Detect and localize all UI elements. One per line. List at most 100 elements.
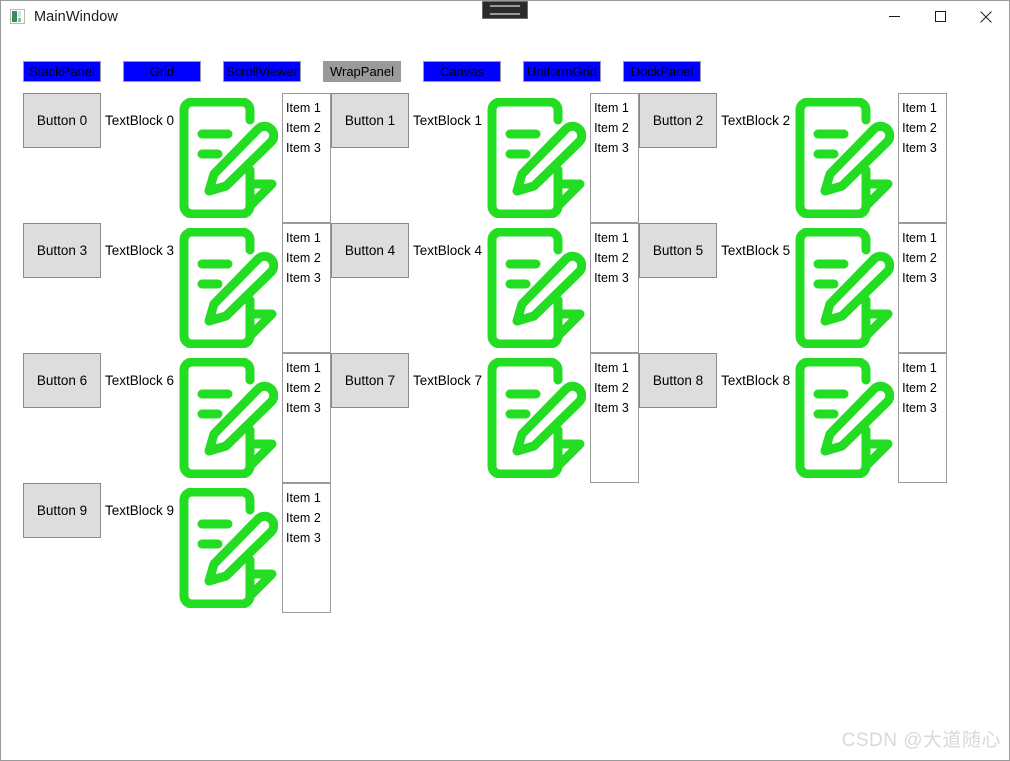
- list-item[interactable]: Item 2: [902, 118, 946, 138]
- listbox-0[interactable]: Item 1 Item 2 Item 3: [282, 93, 332, 223]
- list-item[interactable]: Item 3: [902, 268, 946, 288]
- listbox-2[interactable]: Item 1 Item 2 Item 3: [898, 93, 948, 223]
- button-label: Button 7: [344, 373, 396, 388]
- button-3[interactable]: Button 3: [23, 223, 101, 278]
- button-8[interactable]: Button 8: [639, 353, 718, 408]
- button-label: Button 8: [652, 373, 704, 388]
- listbox-1[interactable]: Item 1 Item 2 Item 3: [590, 93, 640, 223]
- tab-scrollviewer[interactable]: ScrollViewer: [223, 61, 301, 82]
- watermark: CSDN @大道随心: [841, 730, 1001, 751]
- button-9[interactable]: Button 9: [23, 483, 101, 538]
- list-item[interactable]: Item 2: [286, 118, 330, 138]
- edit-document-icon: [179, 488, 279, 608]
- tab-uniformgrid[interactable]: UniformGrid: [523, 61, 601, 82]
- button-label: Button 1: [344, 113, 396, 128]
- textblock-7: TextBlock 7: [413, 373, 483, 388]
- list-item[interactable]: Item 2: [594, 378, 638, 398]
- button-label: Button 5: [652, 243, 704, 258]
- tab-label: DockPanel: [630, 64, 694, 79]
- textblock-6: TextBlock 6: [105, 373, 175, 388]
- image-4: [482, 223, 590, 353]
- close-button[interactable]: [963, 1, 1009, 32]
- panel-tab-bar: StackPanel Grid ScrollViewer WrapPanel Canva…: [1, 61, 1009, 83]
- edit-document-icon: [487, 358, 587, 478]
- listbox-5[interactable]: Item 1 Item 2 Item 3: [898, 223, 948, 353]
- button-label: Button 0: [36, 113, 88, 128]
- list-item[interactable]: Item 3: [902, 398, 946, 418]
- screen-capture-toolbar[interactable]: [482, 1, 528, 19]
- list-item[interactable]: Item 1: [286, 488, 330, 508]
- edit-document-icon: [795, 358, 895, 478]
- tab-canvas[interactable]: Canvas: [423, 61, 501, 82]
- edit-document-icon: [487, 98, 587, 218]
- image-0: [174, 93, 282, 223]
- list-item[interactable]: Item 2: [286, 508, 330, 528]
- image-3: [174, 223, 282, 353]
- image-1: [482, 93, 590, 223]
- tab-label: ScrollViewer: [225, 64, 298, 79]
- listbox-3[interactable]: Item 1 Item 2 Item 3: [282, 223, 332, 353]
- list-item[interactable]: Item 3: [594, 138, 638, 158]
- main-window: MainWindow StackPanel Grid ScrollViewer …: [0, 0, 1010, 761]
- list-item[interactable]: Item 3: [286, 398, 330, 418]
- button-1[interactable]: Button 1: [331, 93, 410, 148]
- edit-document-icon: [795, 228, 895, 348]
- tab-wrappanel[interactable]: WrapPanel: [323, 61, 401, 82]
- listbox-8[interactable]: Item 1 Item 2 Item 3: [898, 353, 948, 483]
- textblock-5: TextBlock 5: [721, 243, 791, 258]
- list-item[interactable]: Item 1: [902, 228, 946, 248]
- list-item[interactable]: Item 1: [594, 358, 638, 378]
- tab-label: Canvas: [439, 64, 485, 79]
- list-item[interactable]: Item 3: [902, 138, 946, 158]
- wrap-panel: Button 0 TextBlock 0 Item 1 Item 2 Item 3 But…: [23, 93, 991, 733]
- list-item[interactable]: Item 1: [902, 358, 946, 378]
- edit-document-icon: [179, 358, 279, 478]
- tab-label: WrapPanel: [329, 64, 395, 79]
- window-title: MainWindow: [34, 8, 118, 25]
- button-5[interactable]: Button 5: [639, 223, 718, 278]
- tab-grid[interactable]: Grid: [123, 61, 201, 82]
- list-item[interactable]: Item 1: [594, 228, 638, 248]
- list-item[interactable]: Item 2: [594, 118, 638, 138]
- list-item[interactable]: Item 1: [902, 98, 946, 118]
- list-item[interactable]: Item 2: [286, 378, 330, 398]
- window-controls: [871, 1, 1009, 32]
- tab-label: StackPanel: [29, 64, 95, 79]
- button-label: Button 3: [36, 243, 88, 258]
- textblock-3: TextBlock 3: [105, 243, 175, 258]
- textblock-4: TextBlock 4: [413, 243, 483, 258]
- listbox-7[interactable]: Item 1 Item 2 Item 3: [590, 353, 640, 483]
- edit-document-icon: [179, 98, 279, 218]
- tab-label: Grid: [149, 64, 175, 79]
- list-item[interactable]: Item 1: [286, 358, 330, 378]
- list-item[interactable]: Item 1: [286, 228, 330, 248]
- button-7[interactable]: Button 7: [331, 353, 410, 408]
- image-2: [790, 93, 898, 223]
- tab-stackpanel[interactable]: StackPanel: [23, 61, 101, 82]
- list-item[interactable]: Item 2: [286, 248, 330, 268]
- textblock-2: TextBlock 2: [721, 113, 791, 128]
- list-item[interactable]: Item 3: [594, 268, 638, 288]
- list-item[interactable]: Item 3: [286, 138, 330, 158]
- list-item[interactable]: Item 2: [594, 248, 638, 268]
- edit-document-icon: [179, 228, 279, 348]
- listbox-9[interactable]: Item 1 Item 2 Item 3: [282, 483, 332, 613]
- list-item[interactable]: Item 2: [902, 378, 946, 398]
- listbox-4[interactable]: Item 1 Item 2 Item 3: [590, 223, 640, 353]
- list-item[interactable]: Item 3: [286, 528, 330, 548]
- list-item[interactable]: Item 1: [286, 98, 330, 118]
- maximize-button[interactable]: [917, 1, 963, 32]
- tab-dockpanel[interactable]: DockPanel: [623, 61, 701, 82]
- app-icon: [10, 9, 25, 24]
- button-6[interactable]: Button 6: [23, 353, 101, 408]
- list-item[interactable]: Item 3: [286, 268, 330, 288]
- list-item[interactable]: Item 3: [594, 398, 638, 418]
- list-item[interactable]: Item 1: [594, 98, 638, 118]
- button-label: Button 9: [36, 503, 88, 518]
- button-0[interactable]: Button 0: [23, 93, 101, 148]
- button-2[interactable]: Button 2: [639, 93, 718, 148]
- list-item[interactable]: Item 2: [902, 248, 946, 268]
- button-4[interactable]: Button 4: [331, 223, 410, 278]
- minimize-button[interactable]: [871, 1, 917, 32]
- listbox-6[interactable]: Item 1 Item 2 Item 3: [282, 353, 332, 483]
